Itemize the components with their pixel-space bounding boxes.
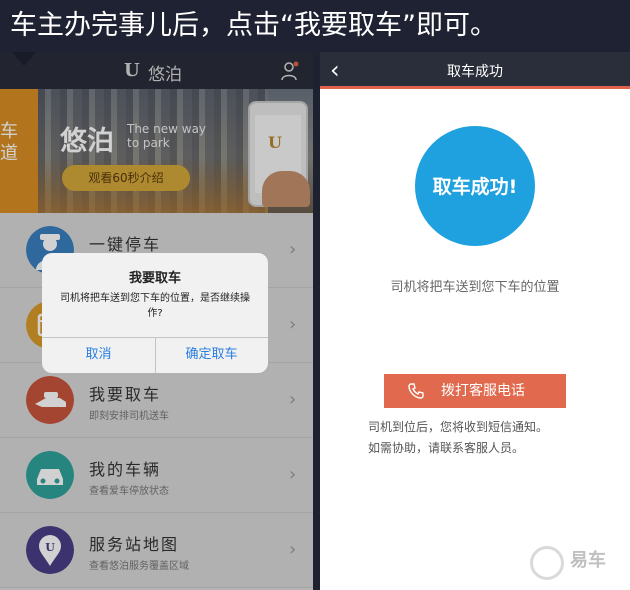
success-header: 取车成功 ‹ [320,52,630,89]
dialog-title: 我要取车 [128,271,181,286]
call-service-button[interactable]: 拨打客服电话 [384,374,566,408]
success-page-title: 取车成功 [447,64,503,80]
dialog-message: 司机将把车送到您下车的位置，是否继续操作? [60,293,250,319]
success-description: 司机将把车送到您下车的位置 [390,280,560,295]
right-phone-screen: 取车成功 ‹ 取车成功! 司机将把车送到您下车的位置 拨打客服电话 司机到位后，… [320,52,630,590]
retrieve-car-dialog: 我要取车 司机将把车送到您下车的位置，是否继续操作? 取消 确定取车 [42,253,268,373]
dialog-confirm-button[interactable]: 确定取车 [155,337,268,373]
dialog-cancel-button[interactable]: 取消 [42,337,155,373]
success-text: 取车成功! [432,176,518,198]
watermark-ring [530,546,564,580]
call-service-label: 拨打客服电话 [441,383,525,399]
phone-call-icon [408,383,424,399]
success-circle: 取车成功! [415,126,535,246]
arrival-note-line2: 如需协助，请联系客服人员。 [368,441,525,455]
caption-text: 车主办完事儿后，点击“我要取车”即可。 [0,0,630,52]
screen-divider [313,52,320,590]
arrival-note-line1: 司机到位后，您将收到短信通知。 [368,420,549,434]
back-arrow-icon[interactable]: ‹ [330,56,340,84]
arrival-note: 司机到位后，您将收到短信通知。 如需协助，请联系客服人员。 [368,417,618,459]
watermark-text: 易车 [570,550,606,571]
